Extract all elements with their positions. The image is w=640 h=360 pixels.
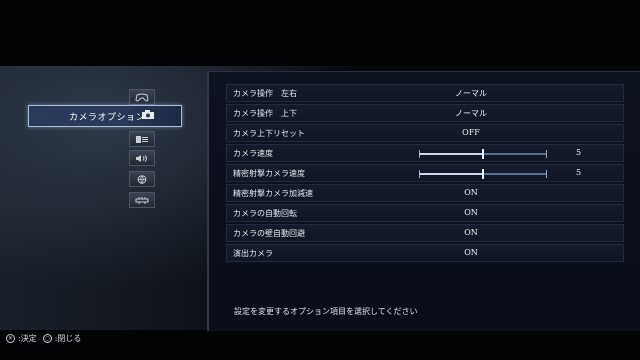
option-row-auto-rotate[interactable]: カメラの自動回転 ON xyxy=(226,204,624,222)
category-language[interactable] xyxy=(129,171,155,187)
circle-button-icon: ○ xyxy=(42,334,52,343)
option-row-aim-camera-speed[interactable]: 精密射撃カメラ速度 5 xyxy=(226,164,624,182)
bottom-letterbox xyxy=(0,330,640,360)
option-value: ノーマル xyxy=(455,89,487,98)
network-icon xyxy=(135,196,149,204)
speaker-icon xyxy=(136,154,147,162)
option-row-wall-avoid[interactable]: カメラの壁自動回避 ON xyxy=(226,224,624,242)
option-row-camera-horizontal[interactable]: カメラ操作 左右 ノーマル xyxy=(226,84,624,102)
slider-end-cap xyxy=(546,150,547,158)
option-label: カメラの自動回転 xyxy=(233,209,297,218)
cross-button-icon: ✕ xyxy=(6,334,15,343)
gamepad-icon xyxy=(135,93,149,101)
slider-fill xyxy=(419,153,483,155)
option-label: カメラ上下リセット xyxy=(233,129,305,138)
category-display[interactable] xyxy=(129,131,155,147)
slider-end-cap xyxy=(546,170,547,178)
help-text: 設定を変更するオプション項目を選択してください xyxy=(234,307,418,316)
option-row-camera-vertical[interactable]: カメラ操作 上下 ノーマル xyxy=(226,104,624,122)
slider-knob[interactable] xyxy=(482,169,484,179)
aim-camera-speed-slider[interactable] xyxy=(419,169,547,179)
option-value: ON xyxy=(464,208,478,217)
close-hint[interactable]: :閉じる xyxy=(55,333,82,344)
option-value: ON xyxy=(464,228,478,237)
option-row-camera-reset[interactable]: カメラ上下リセット OFF xyxy=(226,124,624,142)
category-camera-options[interactable]: カメラオプション xyxy=(28,105,182,127)
option-row-camera-speed[interactable]: カメラ速度 5 xyxy=(226,144,624,162)
top-letterbox xyxy=(0,0,640,66)
category-controller[interactable] xyxy=(129,89,155,105)
category-camera-options-label: カメラオプション xyxy=(69,112,146,123)
option-label: カメラ操作 上下 xyxy=(233,109,297,118)
option-label: 精密射撃カメラ加減速 xyxy=(233,189,313,198)
category-network[interactable] xyxy=(129,192,155,208)
button-hints: ✕ :決定 ○ :閉じる xyxy=(6,333,81,344)
option-value: ON xyxy=(464,248,478,257)
option-value: ON xyxy=(464,188,478,197)
option-value: ノーマル xyxy=(455,109,487,118)
option-value: 5 xyxy=(576,148,582,157)
slider-fill xyxy=(419,173,483,175)
camera-speed-slider[interactable] xyxy=(419,149,547,159)
globe-icon xyxy=(137,174,147,184)
camera-icon xyxy=(137,108,161,122)
option-label: カメラの壁自動回避 xyxy=(233,229,305,238)
confirm-hint: :決定 xyxy=(18,334,37,343)
option-label: カメラ操作 左右 xyxy=(233,89,297,98)
display-icon xyxy=(136,135,148,143)
option-value: OFF xyxy=(462,128,480,137)
category-sound[interactable] xyxy=(129,150,155,166)
option-value: 5 xyxy=(576,168,582,177)
slider-knob[interactable] xyxy=(482,149,484,159)
options-panel: カメラ操作 左右 ノーマル カメラ操作 上下 ノーマル カメラ上下リセット OF… xyxy=(207,71,640,331)
option-row-aim-acceleration[interactable]: 精密射撃カメラ加減速 ON xyxy=(226,184,624,202)
option-label: 精密射撃カメラ速度 xyxy=(233,169,305,178)
option-row-cinematic-camera[interactable]: 演出カメラ ON xyxy=(226,244,624,262)
option-label: 演出カメラ xyxy=(233,249,273,258)
option-label: カメラ速度 xyxy=(233,149,273,158)
